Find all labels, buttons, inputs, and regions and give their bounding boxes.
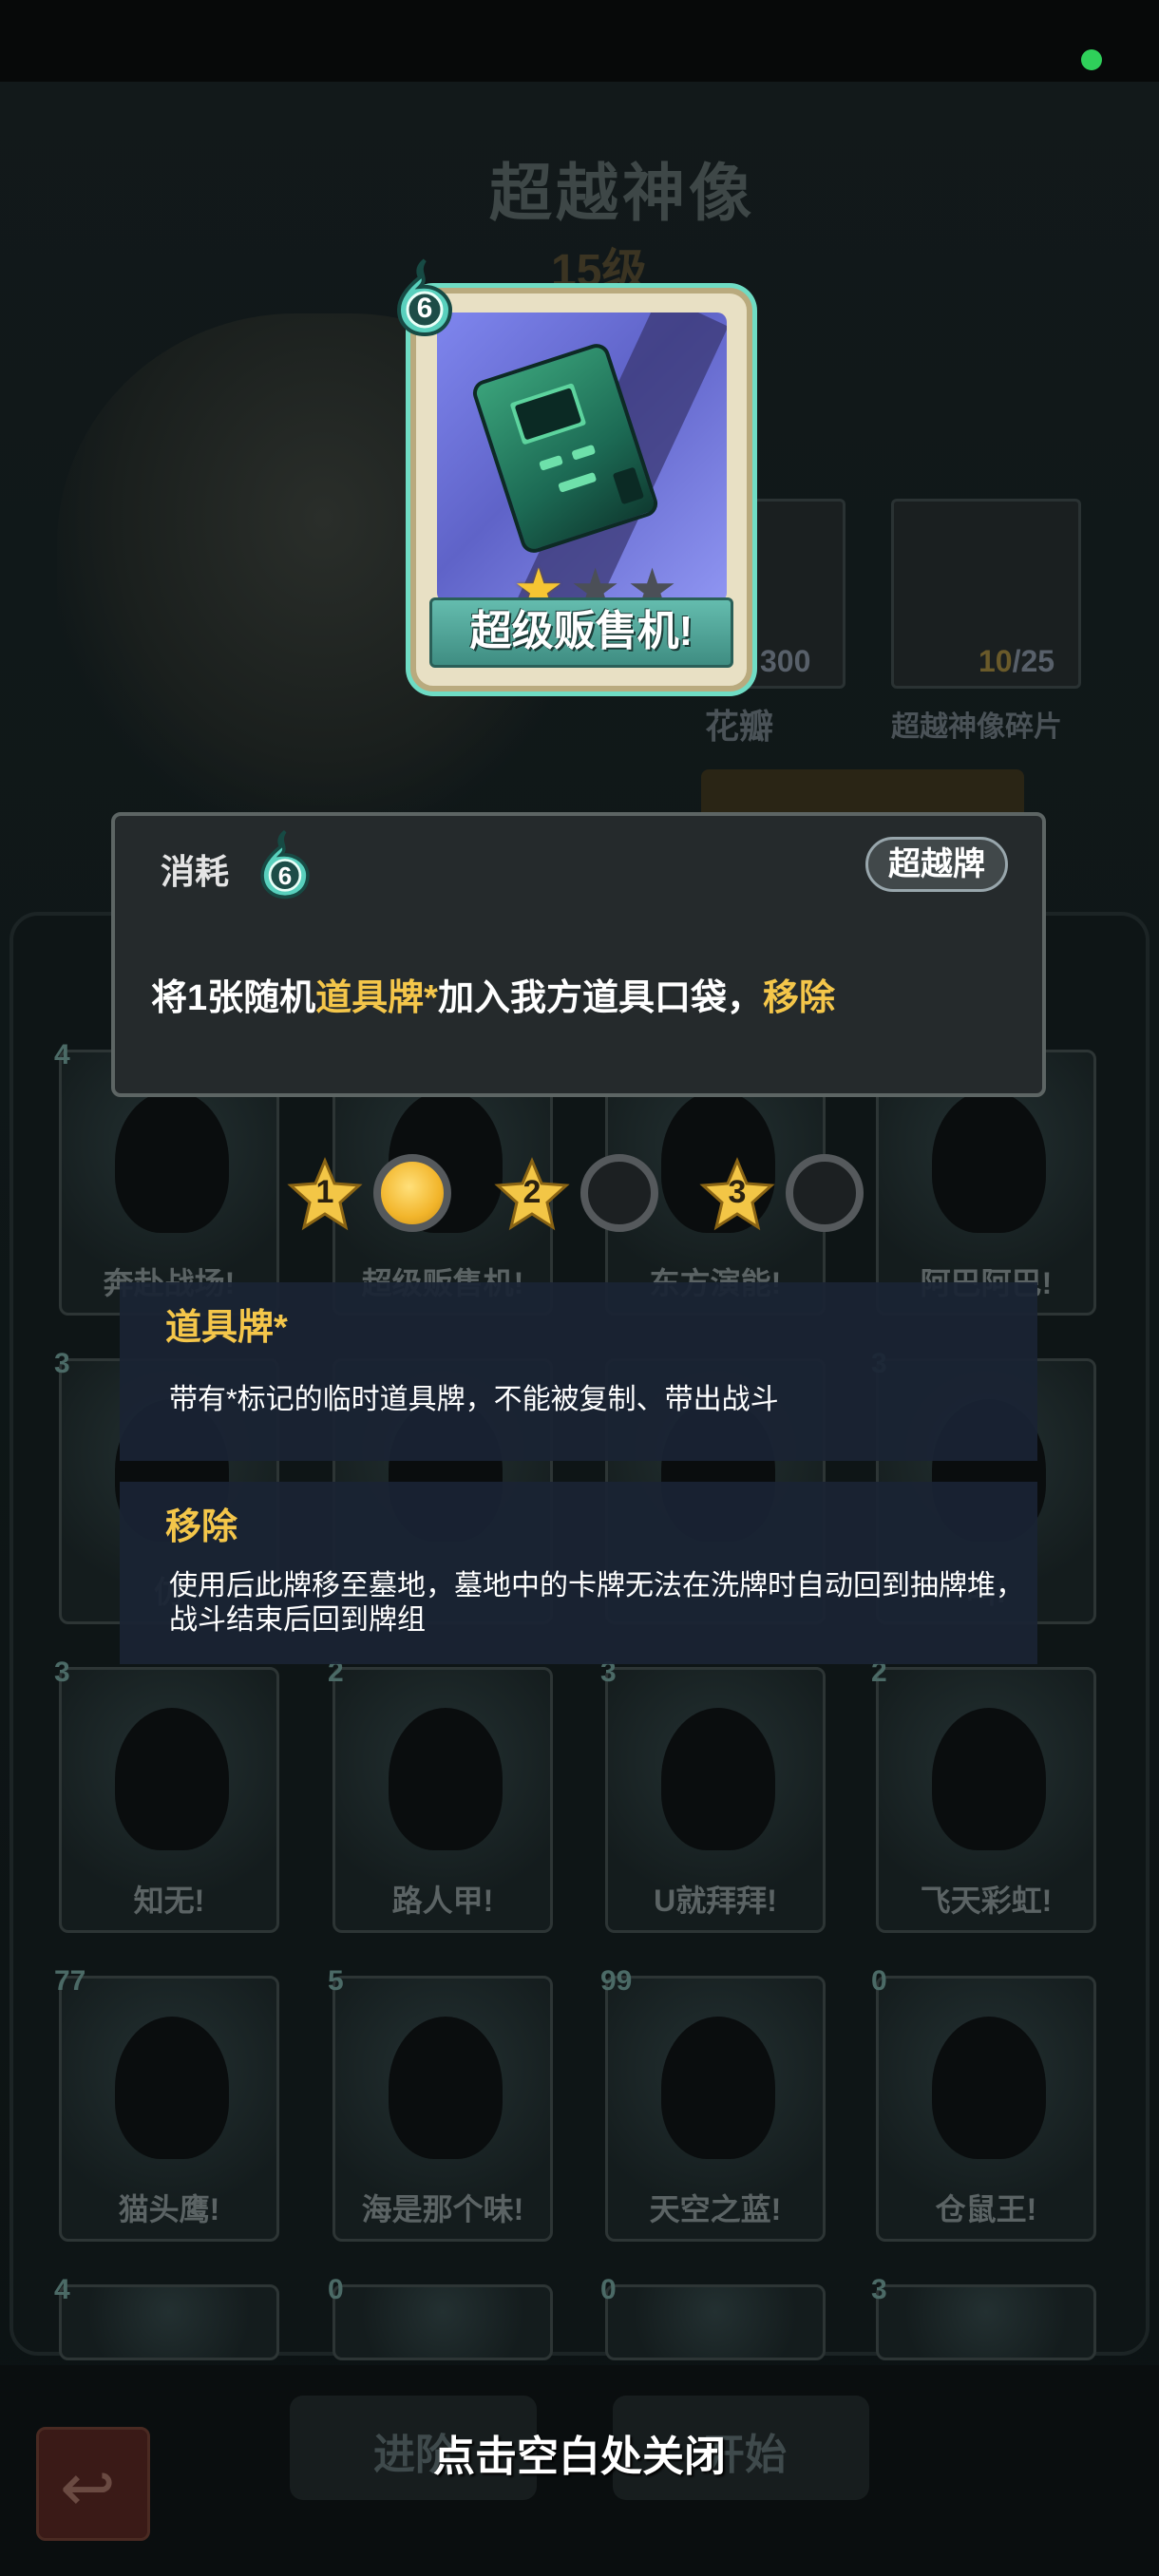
star-filled-icon: ★ (513, 558, 564, 603)
collection-card-cost: 3 (871, 2274, 887, 2305)
shard-label: 超越神像碎片 (891, 711, 1062, 743)
collection-card[interactable]: 0 (600, 2274, 826, 2360)
transcend-card-tag: 超越牌 (865, 837, 1008, 892)
level-1-selector[interactable] (373, 1154, 451, 1232)
collection-card[interactable]: 0 仓鼠王! (871, 1965, 1096, 2242)
card-silhouette (661, 2017, 775, 2159)
featured-card: ★ ★ ★ 超级贩售机! (410, 288, 752, 691)
collection-card-cost: 3 (54, 1657, 70, 1688)
collection-card-cost: 4 (54, 2274, 70, 2305)
card-description: 将1张随机道具牌*加入我方道具口袋，移除 (151, 978, 835, 1018)
collection-card-cost: 4 (54, 1039, 70, 1070)
statue-title: 超越神像 (489, 158, 755, 228)
petal-label: 花瓣 (705, 707, 774, 746)
collection-card[interactable]: 3 知无! (54, 1657, 279, 1933)
collection-card-name: 猫头鹰! (118, 2192, 220, 2226)
card-cost-badge: 6 (391, 256, 458, 337)
collection-card[interactable]: 77 猫头鹰! (54, 1965, 279, 2242)
petal-count: 300 (760, 644, 811, 678)
card-info-panel: 消耗 6 超越牌 将1张随机道具牌*加入我方道具口袋，移除 (111, 812, 1046, 1097)
card-silhouette (932, 1090, 1046, 1233)
collection-card[interactable]: 99 天空之蓝! (600, 1965, 826, 2242)
collection-card-name: 知无! (133, 1884, 205, 1918)
collection-card-name: 飞天彩虹! (920, 1884, 1053, 1918)
card-silhouette (115, 2017, 229, 2159)
card-silhouette (932, 2017, 1046, 2159)
glossary-title: 道具牌* (165, 1308, 288, 1348)
card-silhouette (661, 1708, 775, 1850)
card-star-rating: ★ ★ ★ (513, 558, 694, 603)
collection-card-name: 仓鼠王! (935, 2192, 1037, 2226)
collection-card[interactable]: 0 (328, 2274, 553, 2360)
level-number: 1 (315, 1174, 334, 1210)
glossary-text: 带有*标记的临时道具牌，不能被复制、带出战斗 (169, 1384, 779, 1415)
level-3-selector[interactable] (786, 1154, 864, 1232)
level-star-1-icon[interactable]: 1 (287, 1157, 363, 1233)
card-silhouette (389, 1708, 503, 1850)
collection-card-cost: 0 (328, 2274, 344, 2305)
level-star-3-icon[interactable]: 3 (699, 1157, 775, 1233)
glossary-title: 移除 (165, 1507, 238, 1547)
card-silhouette (115, 1090, 229, 1233)
panel-cost-badge: 6 (256, 825, 314, 901)
card-silhouette (389, 2017, 503, 2159)
collection-card-cost: 99 (600, 1965, 633, 1997)
collection-card[interactable]: 2 路人甲! (328, 1657, 553, 1933)
collection-card-cost: 5 (328, 1965, 344, 1997)
collection-card-cost: 3 (54, 1348, 70, 1379)
card-silhouette (115, 1708, 229, 1850)
glossary-text: 使用后此牌移至墓地，墓地中的卡牌无法在洗牌时自动回到抽牌堆，战斗结束后回到牌组 (169, 1570, 1024, 1636)
card-silhouette (932, 1708, 1046, 1850)
panel-cost-value: 6 (277, 862, 293, 890)
level-number: 2 (522, 1174, 542, 1210)
level-number: 3 (728, 1174, 747, 1210)
card-name: 超级贩售机! (429, 597, 733, 668)
collection-card-name: 海是那个味! (361, 2192, 524, 2226)
card-cost-value: 6 (416, 293, 433, 324)
collection-card[interactable]: 3 (871, 2274, 1096, 2360)
collection-card-cost: 0 (871, 1965, 887, 1997)
star-empty-icon: ★ (569, 558, 621, 603)
remove-keyword[interactable]: 移除 (763, 978, 835, 1018)
collection-card[interactable]: 4 (54, 2274, 279, 2360)
collection-card[interactable]: 2 飞天彩虹! (871, 1657, 1096, 1933)
collection-card-cost: 77 (54, 1965, 86, 1997)
level-2-selector[interactable] (580, 1154, 658, 1232)
status-bar (0, 0, 1159, 82)
collection-card-name: 路人甲! (391, 1884, 494, 1918)
cost-label: 消耗 (161, 852, 230, 891)
glossary-remove: 移除 使用后此牌移至墓地，墓地中的卡牌无法在洗牌时自动回到抽牌堆，战斗结束后回到… (120, 1482, 1037, 1664)
tap-to-close-hint[interactable]: 点击空白处关闭 (0, 2422, 1159, 2483)
glossary-item-card: 道具牌* 带有*标记的临时道具牌，不能被复制、带出战斗 (120, 1282, 1037, 1461)
level-star-2-icon[interactable]: 2 (494, 1157, 570, 1233)
vending-machine-art: ★ ★ ★ (437, 313, 727, 602)
shard-count: 10/25 (978, 644, 1055, 678)
item-card-keyword[interactable]: 道具牌* (315, 978, 438, 1018)
collection-card-cost: 0 (600, 2274, 617, 2305)
collection-card[interactable]: 5 海是那个味! (328, 1965, 553, 2242)
collection-card-name: 天空之蓝! (649, 2192, 782, 2226)
collection-card[interactable]: 3 U就拜拜! (600, 1657, 826, 1933)
status-indicator-icon (1081, 49, 1102, 70)
collection-card-name: U就拜拜! (654, 1884, 777, 1918)
star-empty-icon: ★ (626, 558, 678, 603)
